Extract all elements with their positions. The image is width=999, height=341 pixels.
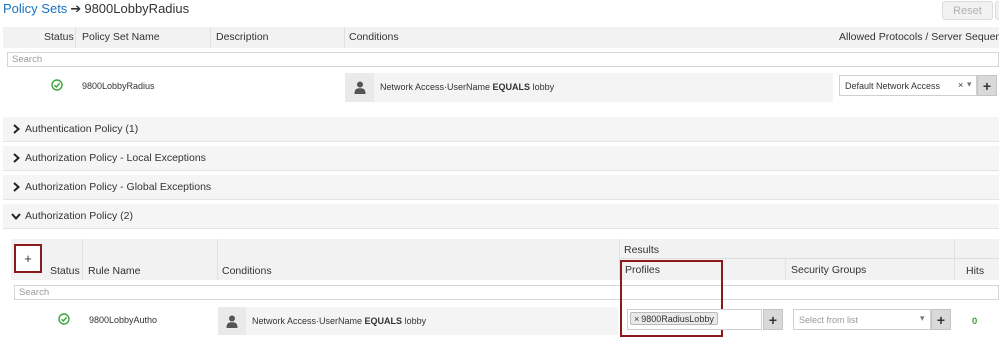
section-label: Authorization Policy - Local Exceptions (25, 152, 206, 164)
breadcrumb-policy-sets-link[interactable]: Policy Sets (3, 1, 67, 16)
breadcrumb-arrow-icon: ➔ (70, 1, 82, 16)
breadcrumb: Policy Sets ➔ 9800LobbyRadius (3, 1, 189, 17)
header-description: Description (216, 31, 269, 43)
condition-text: Network Access·UserName EQUALS lobby (380, 82, 554, 92)
section-authorization-global-exceptions[interactable]: Authorization Policy - Global Exceptions (3, 175, 999, 200)
save-button-partial[interactable] (995, 1, 999, 20)
condition-operator: EQUALS (492, 82, 531, 92)
section-authorization-local-exceptions[interactable]: Authorization Policy - Local Exceptions (3, 146, 999, 171)
chevron-down-icon[interactable]: ▾ (920, 313, 925, 324)
profile-tag[interactable]: × 9800RadiusLobby (630, 312, 718, 325)
header-conditions: Conditions (349, 31, 399, 43)
allowed-protocols-select[interactable]: Default Network Access × ▾ (839, 75, 977, 96)
header-allowed-protocols: Allowed Protocols / Server Sequence (839, 31, 999, 43)
chevron-right-icon (9, 124, 23, 134)
header-separator (344, 27, 345, 48)
results-divider (620, 258, 999, 259)
add-rule-button[interactable]: + (14, 244, 42, 273)
user-icon (345, 73, 374, 102)
user-icon (218, 307, 246, 335)
section-label: Authentication Policy (1) (25, 123, 139, 135)
condition-attribute: Network Access·UserName (252, 316, 363, 326)
status-ok-icon (58, 313, 70, 325)
chevron-down-icon (9, 212, 23, 220)
authz-header-conditions: Conditions (222, 265, 272, 277)
section-authorization-policy[interactable]: Authorization Policy (2) (3, 204, 999, 229)
section-label: Authorization Policy (2) (25, 210, 133, 222)
hits-count: 0 (972, 316, 978, 327)
header-separator (210, 27, 211, 48)
authz-header-rule-name: Rule Name (88, 265, 141, 277)
condition-attribute: Network Access·UserName (380, 82, 491, 92)
chevron-right-icon (9, 182, 23, 192)
add-protocol-button[interactable]: + (977, 75, 997, 96)
add-security-group-button[interactable]: + (931, 309, 951, 330)
header-policy-set-name: Policy Set Name (82, 31, 160, 43)
authz-header-results: Results (624, 244, 660, 256)
authz-search-input[interactable]: Search (14, 285, 999, 300)
condition-text: Network Access·UserName EQUALS lobby (252, 316, 426, 326)
reset-button[interactable]: Reset (942, 1, 993, 20)
section-label: Authorization Policy - Global Exceptions (25, 181, 212, 193)
authz-header-security-groups: Security Groups (791, 264, 867, 276)
header-separator (75, 27, 76, 48)
header-status: Status (44, 31, 74, 43)
condition-value: lobby (532, 82, 555, 92)
security-groups-placeholder: Select from list (799, 314, 859, 325)
add-profile-button[interactable]: + (763, 309, 783, 330)
chevron-right-icon (9, 153, 23, 163)
section-authentication-policy[interactable]: Authentication Policy (1) (3, 117, 999, 142)
profile-tag-label: 9800RadiusLobby (641, 313, 714, 324)
authz-header-status: Status (50, 265, 80, 277)
header-separator (785, 259, 786, 280)
chevron-down-icon[interactable]: ▾ (967, 79, 972, 90)
security-groups-select[interactable]: Select from list ▾ (793, 309, 931, 330)
status-ok-icon (51, 79, 63, 91)
header-separator (954, 239, 955, 280)
tag-remove-icon[interactable]: × (634, 314, 639, 324)
authz-header-hits: Hits (966, 265, 985, 277)
condition-value: lobby (404, 316, 427, 326)
condition-operator: EQUALS (364, 316, 403, 326)
rule-name[interactable]: 9800LobbyAutho (89, 315, 157, 325)
policy-set-name[interactable]: 9800LobbyRadius (82, 81, 155, 91)
allowed-protocols-value: Default Network Access (845, 80, 941, 91)
clear-icon[interactable]: × (958, 80, 963, 90)
header-separator (82, 239, 83, 280)
page-title: 9800LobbyRadius (84, 1, 190, 16)
header-separator (217, 239, 218, 280)
policy-set-search-input[interactable]: Search (7, 52, 999, 67)
